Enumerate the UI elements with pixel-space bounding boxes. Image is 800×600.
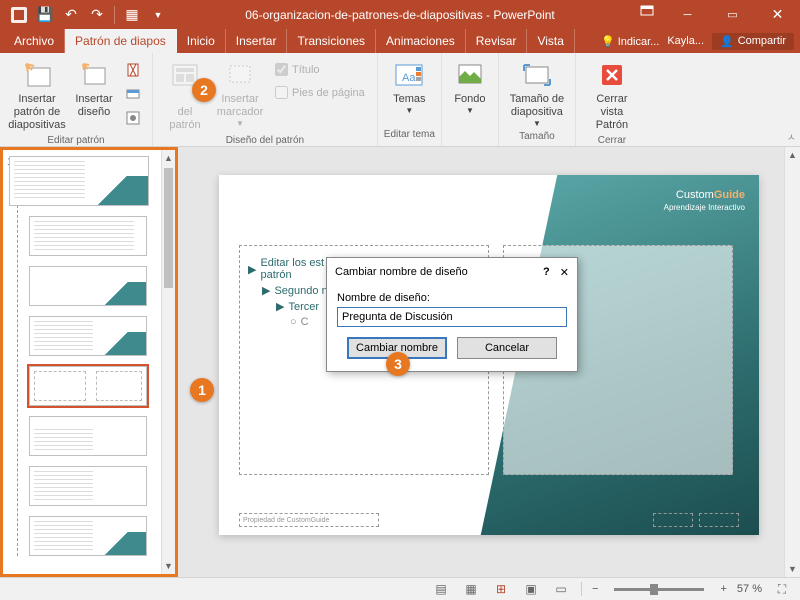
editor-scrollbar[interactable]: ▲ ▼: [784, 147, 800, 577]
scroll-up-icon[interactable]: ▲: [785, 147, 800, 163]
thumb-layout[interactable]: [29, 216, 147, 256]
rename-dialog: Cambiar nombre de diseño ? ✕ Nombre de d…: [326, 257, 578, 372]
preserve-icon[interactable]: [122, 107, 144, 129]
collapse-ribbon-icon[interactable]: ㅅ: [787, 129, 796, 144]
tab-vista[interactable]: Vista: [527, 29, 574, 53]
tab-animaciones[interactable]: Animaciones: [376, 29, 466, 53]
minimize-button[interactable]: ─: [665, 0, 710, 29]
slide-size-button[interactable]: Tamaño de diapositiva▼: [505, 57, 569, 131]
tab-transiciones[interactable]: Transiciones: [287, 29, 376, 53]
group-label: Cerrar: [598, 135, 626, 148]
date-placeholder[interactable]: [653, 513, 693, 527]
layout-name-input[interactable]: [337, 307, 567, 327]
close-master-button[interactable]: Cerrar vista Patrón: [582, 57, 642, 135]
user-name[interactable]: Kayla...: [667, 35, 704, 47]
zoom-level[interactable]: 57 %: [737, 583, 762, 595]
thumb-scrollbar[interactable]: ▲ ▼: [161, 150, 175, 574]
reading-view-icon[interactable]: ▣: [521, 581, 541, 597]
insert-master-icon: [21, 59, 53, 91]
notes-icon[interactable]: ▤: [431, 581, 451, 597]
redo-icon[interactable]: ↷: [86, 4, 108, 26]
undo-icon[interactable]: ↶: [60, 4, 82, 26]
slideshow-view-icon[interactable]: ▭: [551, 581, 571, 597]
background-button[interactable]: Fondo▼: [448, 57, 492, 118]
field-label: Nombre de diseño:: [337, 292, 567, 304]
close-master-icon: [596, 59, 628, 91]
callout-badge-2: 2: [192, 78, 216, 102]
thumb-layout[interactable]: [29, 266, 147, 306]
tab-revisar[interactable]: Revisar: [466, 29, 528, 53]
thumb-layout[interactable]: [29, 516, 147, 556]
tab-patron[interactable]: Patrón de diapos: [65, 29, 177, 53]
thumb-layout[interactable]: [29, 466, 147, 506]
app-icon: [8, 4, 30, 26]
tab-insertar[interactable]: Insertar: [226, 29, 288, 53]
restore-button[interactable]: ▭: [710, 0, 755, 29]
callout-badge-3: 3: [386, 352, 410, 376]
normal-view-icon[interactable]: ▦: [461, 581, 481, 597]
status-bar: Español (España) ▤ ▦ ⊞ ▣ ▭ − + 57 % ⛶: [0, 577, 800, 600]
group-label: Diseño del patrón: [226, 135, 304, 148]
zoom-out-button[interactable]: −: [592, 583, 598, 595]
number-placeholder[interactable]: [699, 513, 739, 527]
thumbnail-panel[interactable]: 1 ▲ ▼: [0, 147, 178, 577]
delete-icon[interactable]: [122, 59, 144, 81]
insert-layout-icon: [78, 59, 110, 91]
tab-archivo[interactable]: Archivo: [4, 29, 65, 53]
zoom-in-button[interactable]: +: [720, 583, 726, 595]
scroll-down-icon[interactable]: ▼: [162, 558, 175, 574]
share-button[interactable]: 👤Compartir: [712, 33, 794, 50]
dialog-close-icon[interactable]: ✕: [560, 266, 569, 279]
insert-placeholder-button: Insertar marcador▼: [213, 57, 267, 131]
group-label: Editar patrón: [47, 135, 104, 148]
group-label: Tamaño: [519, 131, 555, 144]
group-label: Editar tema: [384, 129, 435, 142]
footer-placeholder[interactable]: Propiedad de CustomGuide: [239, 513, 379, 527]
placeholder-icon: [224, 59, 256, 91]
rename-icon[interactable]: [122, 83, 144, 105]
dialog-title: Cambiar nombre de diseño: [335, 266, 468, 278]
themes-button[interactable]: AaTemas▼: [385, 57, 433, 118]
tell-me[interactable]: 💡 Indicar...: [601, 35, 659, 48]
themes-icon: Aa: [393, 59, 425, 91]
footers-checkbox: Pies de página: [273, 84, 367, 101]
brand-tagline: Aprendizaje Interactivo: [664, 203, 745, 212]
insert-layout-button[interactable]: Insertar diseño: [70, 57, 118, 121]
ribbon-display-icon[interactable]: [633, 0, 661, 22]
person-icon: 👤: [720, 35, 734, 48]
brand-logo: CustomGuide: [676, 185, 745, 201]
slide-size-icon: [521, 59, 553, 91]
start-slideshow-icon[interactable]: ▦: [121, 4, 143, 26]
tab-inicio[interactable]: Inicio: [177, 29, 226, 53]
scroll-thumb[interactable]: [164, 168, 173, 288]
ribbon: Insertar patrón de diapositivas Insertar…: [0, 53, 800, 147]
cancel-button[interactable]: Cancelar: [457, 337, 557, 359]
zoom-slider[interactable]: [614, 588, 704, 591]
help-icon[interactable]: ?: [543, 266, 550, 278]
title-checkbox: Título: [273, 61, 367, 78]
thumb-layout[interactable]: [29, 316, 147, 356]
svg-text:Aa: Aa: [402, 72, 416, 84]
sorter-view-icon[interactable]: ⊞: [491, 581, 511, 597]
thumb-layout-selected[interactable]: [29, 366, 147, 406]
scroll-up-icon[interactable]: ▲: [162, 150, 175, 166]
callout-badge-1: 1: [190, 378, 214, 402]
close-button[interactable]: ✕: [755, 0, 800, 29]
save-icon[interactable]: 💾: [34, 4, 56, 26]
thumb-layout[interactable]: [29, 416, 147, 456]
background-icon: [454, 59, 486, 91]
fit-window-icon[interactable]: ⛶: [772, 581, 792, 597]
scroll-down-icon[interactable]: ▼: [785, 561, 800, 577]
document-title: 06-organizacion-de-patrones-de-diapositi…: [245, 8, 555, 22]
insert-master-button[interactable]: Insertar patrón de diapositivas: [6, 57, 68, 135]
thumb-master[interactable]: [9, 156, 149, 206]
ribbon-tabs: Archivo Patrón de diapos Inicio Insertar…: [0, 29, 800, 53]
qat-dropdown-icon[interactable]: ▼: [147, 4, 169, 26]
title-bar: 💾 ↶ ↷ ▦ ▼ 06-organizacion-de-patrones-de…: [0, 0, 800, 29]
